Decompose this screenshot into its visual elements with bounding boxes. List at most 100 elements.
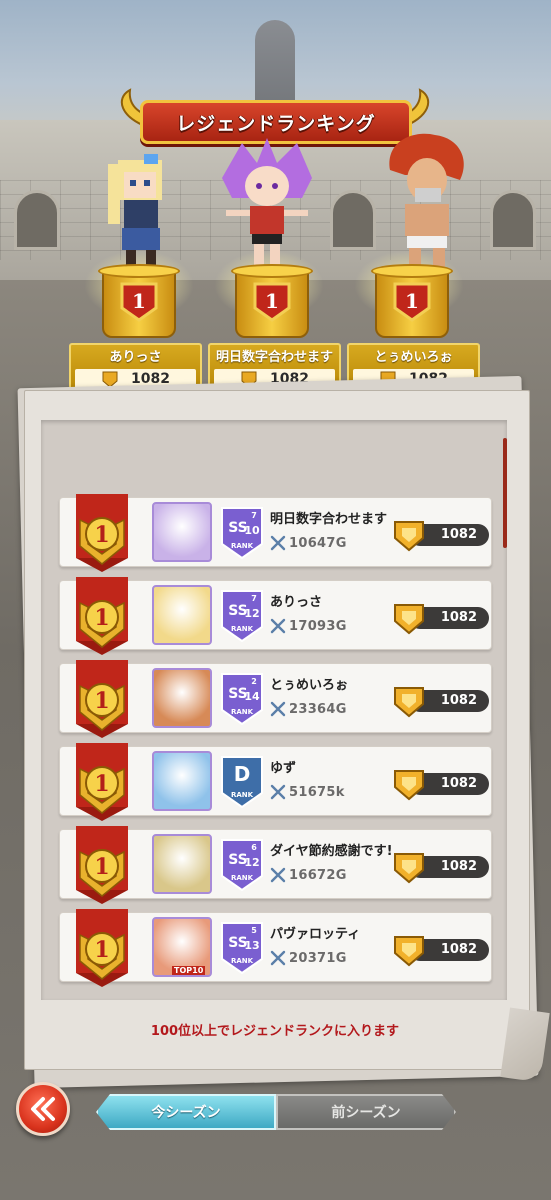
crossed-swords-icon <box>270 701 286 717</box>
svg-text:RANK: RANK <box>231 625 254 633</box>
podium-name: とぅめいろぉ <box>374 350 453 365</box>
crossed-swords-icon <box>270 867 286 883</box>
podium-name: ありっさ <box>109 350 162 365</box>
power-value: 51675k <box>289 784 345 800</box>
podium-hero-right[interactable] <box>375 130 475 275</box>
player-name: ゆず <box>270 761 297 776</box>
svg-text:1: 1 <box>405 289 419 313</box>
rank-number: 1 <box>94 854 109 880</box>
player-avatar[interactable] <box>152 834 212 894</box>
svg-text:6: 6 <box>251 843 257 852</box>
player-score: 1082 <box>393 933 489 967</box>
crossed-swords-icon <box>270 535 286 551</box>
player-power: 17093G <box>270 617 347 635</box>
avatar-tag: TOP10 <box>172 966 206 975</box>
svg-text:D: D <box>234 762 251 786</box>
ranking-row[interactable]: 1 SS 2 14 RANK とぅめいろぉ 23364G 1082 <box>59 660 492 738</box>
svg-text:12: 12 <box>244 856 259 869</box>
crest-medal-icon <box>394 521 424 552</box>
player-avatar[interactable] <box>152 751 212 811</box>
class-rank-badge: SS 5 13 RANK <box>221 922 263 975</box>
player-score: 1082 <box>393 850 489 884</box>
tab-previous-season[interactable]: 前シーズン <box>276 1094 456 1130</box>
class-rank-badge: SS 7 12 RANK <box>221 590 263 643</box>
podium-hero-center[interactable] <box>212 138 322 278</box>
player-score: 1082 <box>393 684 489 718</box>
pedestal-left: 1 <box>98 264 180 340</box>
player-power: 51675k <box>270 783 345 801</box>
player-name: ありっさ <box>270 595 323 610</box>
rank-ribbon-icon: 1 <box>76 826 128 904</box>
player-avatar[interactable] <box>152 585 212 645</box>
rank-ribbon-icon: 1 <box>76 577 128 655</box>
svg-text:RANK: RANK <box>231 874 254 882</box>
player-name: パヴァロッティ <box>270 927 361 942</box>
svg-text:12: 12 <box>244 607 259 620</box>
svg-text:7: 7 <box>251 511 257 520</box>
power-value: 20371G <box>289 950 347 966</box>
crest-medal-icon <box>394 604 424 635</box>
page-title: レジェンドランキング <box>176 112 376 135</box>
back-button[interactable] <box>16 1082 70 1136</box>
svg-text:13: 13 <box>244 939 259 952</box>
svg-text:7: 7 <box>251 594 257 603</box>
class-rank-badge: SS 6 12 RANK <box>221 839 263 892</box>
player-avatar[interactable] <box>152 502 212 562</box>
power-value: 23364G <box>289 701 347 717</box>
player-score: 1082 <box>393 767 489 801</box>
class-rank-badge: SS 2 14 RANK <box>221 673 263 726</box>
crossed-swords-icon <box>270 784 286 800</box>
wall-arch <box>330 190 376 250</box>
rank-ribbon-icon: 1 <box>76 660 128 738</box>
player-power: 23364G <box>270 700 347 718</box>
player-avatar[interactable] <box>152 668 212 728</box>
player-power: 10647G <box>270 534 347 552</box>
legend-rank-notice: 100位以上でレジェンドランクに入ります <box>150 1024 400 1039</box>
svg-text:2: 2 <box>251 677 257 686</box>
double-chevron-left-icon <box>31 1097 55 1121</box>
rank-crest-icon: 1 <box>120 282 158 322</box>
svg-text:5: 5 <box>251 926 257 935</box>
svg-text:RANK: RANK <box>231 791 254 799</box>
player-name: とぅめいろぉ <box>270 678 349 693</box>
podium-name: 明日数字合わせます <box>215 350 333 365</box>
crest-medal-icon <box>394 853 424 884</box>
rank-crest-icon: 1 <box>253 282 291 322</box>
rank-number: 1 <box>94 688 109 714</box>
power-value: 10647G <box>289 535 347 551</box>
crest-medal-icon <box>394 936 424 967</box>
rank-number: 1 <box>94 937 109 963</box>
svg-text:RANK: RANK <box>231 957 254 965</box>
power-value: 16672G <box>289 867 347 883</box>
svg-text:RANK: RANK <box>231 542 254 550</box>
tab-current-season[interactable]: 今シーズン <box>96 1094 276 1130</box>
crest-medal-icon <box>394 687 424 718</box>
rank-ribbon-icon: 1 <box>76 743 128 821</box>
player-score: 1082 <box>393 518 489 552</box>
wall-arch <box>14 190 60 250</box>
class-rank-badge: D RANK <box>221 756 263 809</box>
crossed-swords-icon <box>270 950 286 966</box>
player-avatar[interactable]: TOP10 <box>152 917 212 977</box>
player-name: 明日数字合わせます <box>270 512 388 527</box>
ranking-row[interactable]: 1 TOP10 SS 5 13 RANK パヴァロッティ 20371G 1082 <box>59 909 492 987</box>
svg-text:14: 14 <box>244 690 260 703</box>
svg-text:10: 10 <box>244 524 260 537</box>
ranking-row[interactable]: 1 D RANK ゆず 51675k 1082 <box>59 743 492 821</box>
crest-medal-icon <box>394 770 424 801</box>
rank-number: 1 <box>94 522 109 548</box>
svg-text:1: 1 <box>132 289 146 313</box>
rank-ribbon-icon: 1 <box>76 494 128 572</box>
svg-text:1: 1 <box>265 289 279 313</box>
player-name: ダイヤ節約感謝です! <box>270 844 393 859</box>
pedestal-center: 1 <box>231 264 313 340</box>
ranking-row[interactable]: 1 SS 6 12 RANK ダイヤ節約感謝です! 16672G 1082 <box>59 826 492 904</box>
ranking-row[interactable]: 1 SS 7 12 RANK ありっさ 17093G 1082 <box>59 577 492 655</box>
power-value: 17093G <box>289 618 347 634</box>
podium-hero-left[interactable] <box>100 150 180 280</box>
rank-number: 1 <box>94 605 109 631</box>
class-rank-badge: SS 7 10 RANK <box>221 507 263 560</box>
ranking-scrollbar[interactable] <box>503 438 507 548</box>
rank-ribbon-icon: 1 <box>76 909 128 987</box>
ranking-row[interactable]: 1 SS 7 10 RANK 明日数字合わせます 10647G 1082 <box>59 494 492 572</box>
